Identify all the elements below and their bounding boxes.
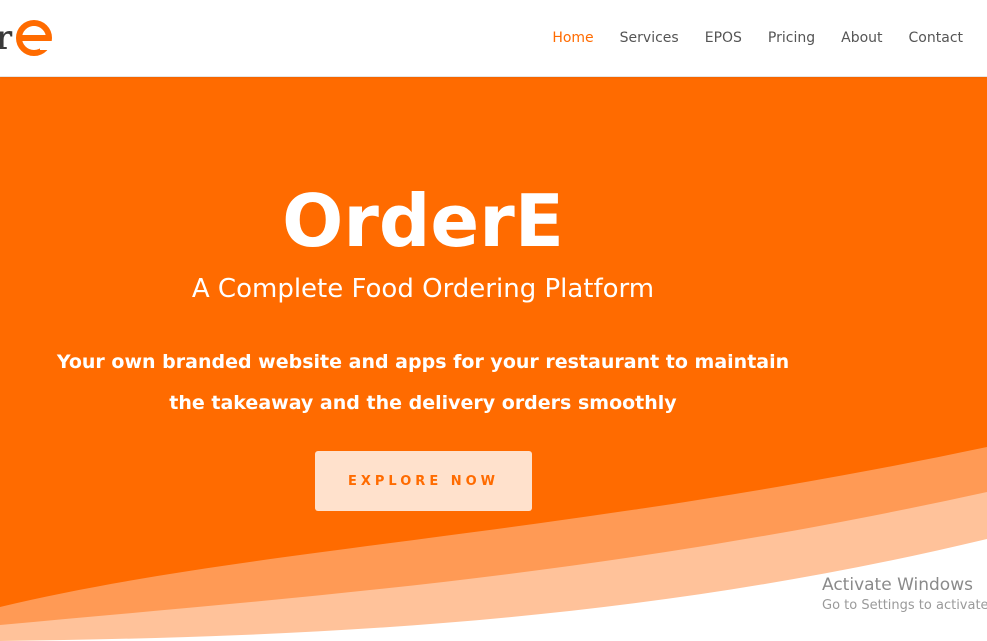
site-header: r Home Services EPOS Pricing About Conta…: [0, 0, 987, 77]
explore-now-button[interactable]: EXPLORE NOW: [315, 451, 532, 511]
page: r Home Services EPOS Pricing About Conta…: [0, 0, 987, 641]
hero-title: OrderE: [282, 179, 564, 263]
watermark-title: Activate Windows: [822, 575, 973, 595]
nav-item-services[interactable]: Services: [620, 28, 679, 48]
nav-item-about[interactable]: About: [841, 28, 882, 48]
activate-windows-watermark: Activate Windows Go to Settings to activ…: [822, 573, 987, 615]
site-logo[interactable]: r: [0, 14, 55, 58]
nav-item-epos[interactable]: EPOS: [705, 28, 742, 48]
nav-item-contact[interactable]: Contact: [909, 28, 963, 48]
nav-item-home[interactable]: Home: [552, 28, 593, 48]
main-nav: Home Services EPOS Pricing About Contact: [526, 28, 963, 48]
logo-text: r: [0, 18, 12, 58]
nav-item-pricing[interactable]: Pricing: [768, 28, 815, 48]
watermark-subtitle: Go to Settings to activate Windows.: [822, 598, 987, 613]
hero-description: Your own branded website and apps for yo…: [56, 351, 790, 414]
logo-e-icon: [15, 20, 54, 56]
hero-subtitle: A Complete Food Ordering Platform: [191, 274, 655, 304]
hero-section: OrderE A Complete Food Ordering Platform…: [0, 77, 987, 641]
